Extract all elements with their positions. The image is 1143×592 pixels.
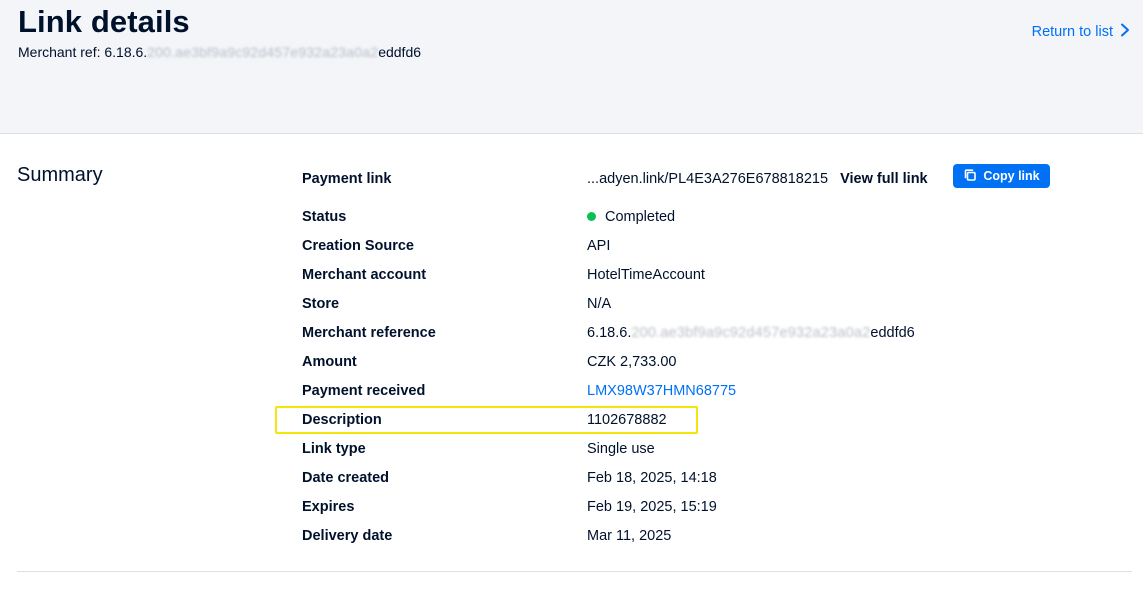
merchant-ref-blurred: 200.ae3bf9a9c92d457e932a23a0a2 [147,44,379,60]
delivery-date-row: Delivery date Mar 11, 2025 [302,521,1122,550]
merchant-ref-label: Merchant ref: 6.18.6. [18,44,148,60]
link-type-row: Link type Single use [302,434,1122,463]
payment-received-label: Payment received [302,382,426,399]
creation-source-row: Creation Source API [302,231,1122,260]
copy-link-label: Copy link [983,169,1040,183]
merchant-reference-blurred: 200.ae3bf9a9c92d457e932a23a0a2 [631,324,871,341]
creation-source-label: Creation Source [302,237,414,254]
description-label: Description [302,411,382,428]
merchant-account-label: Merchant account [302,266,427,283]
status-value-group: Completed [587,209,675,225]
view-full-link-button[interactable]: View full link [840,171,928,187]
expires-value: Feb 19, 2025, 15:19 [587,498,717,515]
merchant-reference-row: Merchant reference 6.18.6. 200.ae3bf9a9c9… [302,318,1122,347]
merchant-account-value: HotelTimeAccount [587,266,705,283]
payment-received-link[interactable]: LMX98W37HMN68775 [587,383,736,399]
return-to-list-label: Return to list [1031,24,1113,40]
merchant-reference-value: 6.18.6. 200.ae3bf9a9c92d457e932a23a0a2 edd… [587,325,915,341]
store-label: Store [302,295,340,312]
copy-link-button[interactable]: Copy link [953,164,1050,188]
merchant-account-row: Merchant account HotelTimeAccount [302,260,1122,289]
link-type-value: Single use [587,440,655,457]
chevron-right-icon [1119,23,1131,41]
merchant-reference-label: Merchant reference [302,324,436,341]
amount-label: Amount [302,353,357,370]
date-created-value: Feb 18, 2025, 14:18 [587,469,717,486]
date-created-row: Date created Feb 18, 2025, 14:18 [302,463,1122,492]
creation-source-value: API [587,237,611,254]
store-value: N/A [587,295,612,312]
payment-link-label: Payment link [302,170,392,187]
bottom-divider [17,571,1132,572]
description-row: Description 1102678882 [302,405,1122,434]
merchant-reference-suffix: eddfd6 [870,324,915,341]
description-value: 1102678882 [587,411,667,428]
amount-value: CZK 2,733.00 [587,353,677,370]
payment-link-value-group: ...adyen.link/PL4E3A276E678818215 View f… [587,171,928,187]
merchant-ref: Merchant ref: 6.18.6. 200.ae3bf9a9c92d457… [18,44,421,60]
page-header: Link details Merchant ref: 6.18.6. 200.ae… [0,0,1143,134]
status-row: Status Completed [302,202,1122,231]
status-label: Status [302,208,347,225]
expires-row: Expires Feb 19, 2025, 15:19 [302,492,1122,521]
page-title: Link details [18,4,190,39]
status-value: Completed [605,208,676,225]
delivery-date-value: Mar 11, 2025 [587,527,672,544]
merchant-ref-suffix: eddfd6 [378,44,422,60]
store-row: Store N/A [302,289,1122,318]
amount-row: Amount CZK 2,733.00 [302,347,1122,376]
date-created-label: Date created [302,469,390,486]
status-dot-icon [587,212,596,221]
merchant-reference-prefix: 6.18.6. [587,324,632,341]
expires-label: Expires [302,498,355,515]
delivery-date-label: Delivery date [302,527,393,544]
payment-received-row: Payment received LMX98W37HMN68775 [302,376,1122,405]
payment-received-value-group: LMX98W37HMN68775 [587,383,736,399]
link-type-label: Link type [302,440,366,457]
summary-title: Summary [17,164,103,186]
payment-link-value: ...adyen.link/PL4E3A276E678818215 [587,170,829,187]
copy-icon [963,168,977,185]
return-to-list-link[interactable]: Return to list [1032,23,1131,41]
